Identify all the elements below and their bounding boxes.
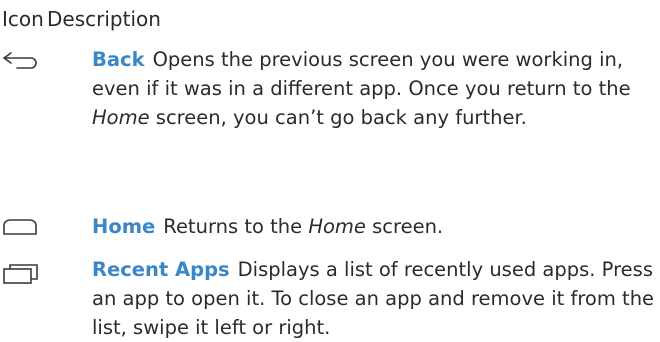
back-term: Back [92, 48, 145, 71]
home-text-1: Returns to the [163, 215, 309, 238]
back-text-italic: Home [92, 106, 150, 129]
table-row: Back Opens the previous screen you were w… [0, 45, 660, 205]
recent-apps-description: Recent Apps Displays a list of recently u… [92, 255, 657, 342]
home-text-2: screen. [365, 215, 444, 238]
home-text-italic: Home [308, 215, 366, 238]
back-arrow-icon [2, 51, 42, 75]
home-icon [2, 217, 42, 241]
description-column-header: Description [47, 7, 161, 31]
home-term: Home [92, 215, 156, 238]
home-description: Home Returns to the Home screen. [92, 212, 657, 241]
back-text-1: Opens the previous screen you were worki… [92, 48, 631, 100]
recent-apps-term: Recent Apps [92, 258, 230, 281]
back-description: Back Opens the previous screen you were w… [92, 45, 657, 132]
icon-column-header: Icon [2, 7, 44, 31]
back-text-2: screen, you can’t go back any further. [149, 106, 527, 129]
recent-apps-icon [2, 263, 42, 289]
table-header: Icon Description [0, 4, 660, 34]
table-row: Recent Apps Displays a list of recently u… [0, 255, 660, 339]
table-row: Home Returns to the Home screen. [0, 212, 660, 244]
